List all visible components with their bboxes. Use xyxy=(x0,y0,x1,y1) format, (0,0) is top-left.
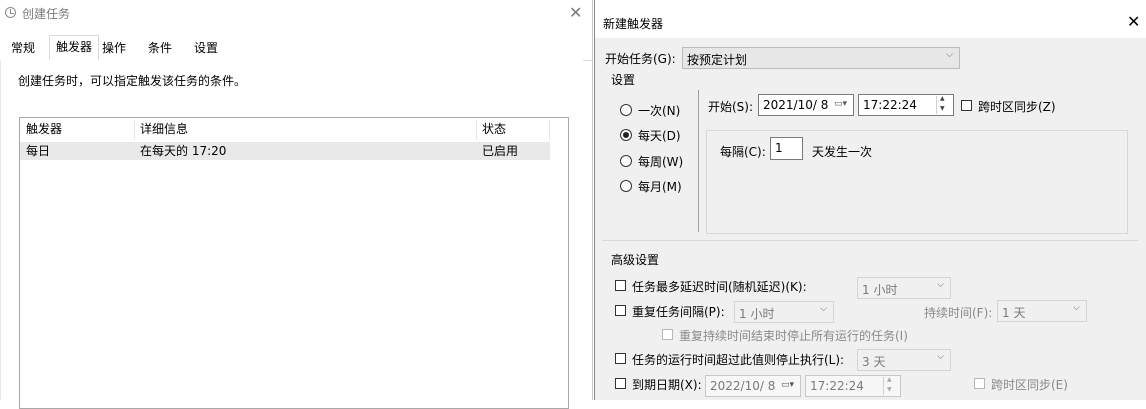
every-label: 每隔(C): xyxy=(720,145,766,159)
radio-daily-label[interactable]: 每天(D) xyxy=(638,127,681,144)
column-divider xyxy=(549,120,550,140)
close-icon[interactable]: ✕ xyxy=(569,3,582,22)
calendar-icon[interactable]: ▭▾ xyxy=(781,380,794,390)
window-title: 创建任务 xyxy=(22,7,71,21)
every-days-value: 1 xyxy=(775,141,783,155)
radio-once[interactable] xyxy=(620,104,632,116)
expire-sync-checkbox[interactable] xyxy=(974,378,985,389)
stop-exceed-label[interactable]: 任务的运行时间超过此值则停止执行(L): xyxy=(632,351,844,368)
repeat-checkbox[interactable] xyxy=(615,305,626,316)
column-header-details[interactable]: 详细信息 xyxy=(140,118,188,140)
chevron-down-icon: ⌵ xyxy=(937,280,944,290)
begin-task-value: 按预定计划 xyxy=(687,53,748,67)
expire-checkbox[interactable] xyxy=(615,378,626,389)
table-row[interactable] xyxy=(20,142,550,160)
tab-conditions[interactable]: 条件 xyxy=(144,37,176,59)
delay-checkbox[interactable] xyxy=(615,280,626,291)
stop-all-checkbox[interactable] xyxy=(662,329,673,340)
chevron-down-icon: ⌵ xyxy=(946,50,953,60)
every-suffix: 天发生一次 xyxy=(812,145,873,159)
row-status-cell: 已启用 xyxy=(482,144,519,158)
repeat-interval-select[interactable]: 1 小时 ⌵ xyxy=(734,301,834,323)
tab-triggers[interactable]: 触发器 xyxy=(49,35,99,61)
advanced-settings-label: 高级设置 xyxy=(611,253,660,267)
settings-group-label: 设置 xyxy=(611,73,636,87)
column-divider xyxy=(134,120,135,140)
duration-select[interactable]: 1 天 ⌵ xyxy=(997,300,1087,322)
start-time-value: 17:22:24 xyxy=(863,98,917,112)
expire-date-picker[interactable]: 2022/10/ 8 ▭▾ xyxy=(705,375,801,397)
stop-all-label[interactable]: 重复持续时间结束时停止所有运行的任务(I) xyxy=(679,327,908,344)
expire-sync-label[interactable]: 跨时区同步(E) xyxy=(991,376,1068,393)
tab-settings[interactable]: 设置 xyxy=(190,37,222,59)
settings-divider xyxy=(698,90,699,232)
start-label: 开始(S): xyxy=(708,100,754,114)
expire-time-field[interactable]: 17:22:24 xyxy=(805,375,901,397)
dialog-title: 新建触发器 xyxy=(603,17,664,31)
radio-weekly[interactable] xyxy=(620,155,632,167)
time-spinner[interactable] xyxy=(936,95,951,114)
background-window-strip xyxy=(595,0,1146,8)
every-days-input[interactable]: 1 xyxy=(770,137,803,160)
stop-exceed-checkbox[interactable] xyxy=(615,353,626,364)
tab-general[interactable]: 常规 xyxy=(6,37,40,59)
triggers-description: 创建任务时，可以指定触发该任务的条件。 xyxy=(18,74,247,88)
radio-weekly-label[interactable]: 每周(W) xyxy=(638,153,683,170)
radio-daily[interactable] xyxy=(620,129,632,141)
start-date-picker[interactable]: 2021/10/ 8 ▭▾ xyxy=(758,94,854,116)
expire-label[interactable]: 到期日期(X): xyxy=(632,376,702,393)
column-header-status[interactable]: 状态 xyxy=(482,118,506,140)
start-time-field[interactable]: 17:22:24 xyxy=(858,94,954,116)
close-icon[interactable]: ✕ xyxy=(1127,12,1140,31)
sync-timezone-label[interactable]: 跨时区同步(Z) xyxy=(978,98,1056,115)
sync-timezone-checkbox[interactable] xyxy=(961,100,972,111)
create-task-window: 创建任务 ✕ 常规 触发器 操作 条件 设置 创建任务时，可以指定触发该任务的条… xyxy=(0,0,593,409)
duration-label: 持续时间(F): xyxy=(924,306,993,320)
expire-time-value: 17:22:24 xyxy=(810,379,864,393)
chevron-down-icon: ⌵ xyxy=(1073,303,1080,313)
row-details-cell: 在每天的 17:20 xyxy=(140,144,227,158)
column-header-trigger[interactable]: 触发器 xyxy=(26,118,62,140)
repeat-label[interactable]: 重复任务间隔(P): xyxy=(632,303,725,320)
begin-task-label: 开始任务(G): xyxy=(605,52,676,66)
row-trigger-cell: 每日 xyxy=(26,144,51,158)
delay-value: 1 小时 xyxy=(862,283,898,297)
radio-monthly[interactable] xyxy=(620,180,632,192)
calendar-icon[interactable]: ▭▾ xyxy=(834,99,847,109)
stop-exceed-value: 3 天 xyxy=(862,355,886,369)
start-date-value: 2021/10/ 8 xyxy=(763,98,829,112)
duration-value: 1 天 xyxy=(1002,306,1026,320)
radio-once-label[interactable]: 一次(N) xyxy=(638,102,680,119)
begin-task-select[interactable]: 按预定计划 ⌵ xyxy=(682,47,960,69)
expire-date-value: 2022/10/ 8 xyxy=(710,379,776,393)
section-divider xyxy=(602,240,1138,241)
clock-icon xyxy=(5,7,16,18)
stop-exceed-select[interactable]: 3 天 ⌵ xyxy=(857,349,951,371)
dialog-titlebar xyxy=(595,8,1146,38)
radio-monthly-label[interactable]: 每月(M) xyxy=(638,178,682,195)
delay-select[interactable]: 1 小时 ⌵ xyxy=(857,277,951,299)
chevron-down-icon: ⌵ xyxy=(820,304,827,314)
time-spinner[interactable] xyxy=(883,376,898,395)
column-divider xyxy=(476,120,477,140)
chevron-down-icon: ⌵ xyxy=(937,352,944,362)
repeat-interval-value: 1 小时 xyxy=(739,307,775,321)
triggers-list[interactable]: 触发器 详细信息 状态 每日 在每天的 17:20 已启用 xyxy=(19,117,569,409)
tab-actions[interactable]: 操作 xyxy=(98,37,130,59)
delay-label[interactable]: 任务最多延迟时间(随机延迟)(K): xyxy=(632,278,807,295)
tab-bar: 常规 触发器 操作 条件 设置 xyxy=(0,35,592,61)
